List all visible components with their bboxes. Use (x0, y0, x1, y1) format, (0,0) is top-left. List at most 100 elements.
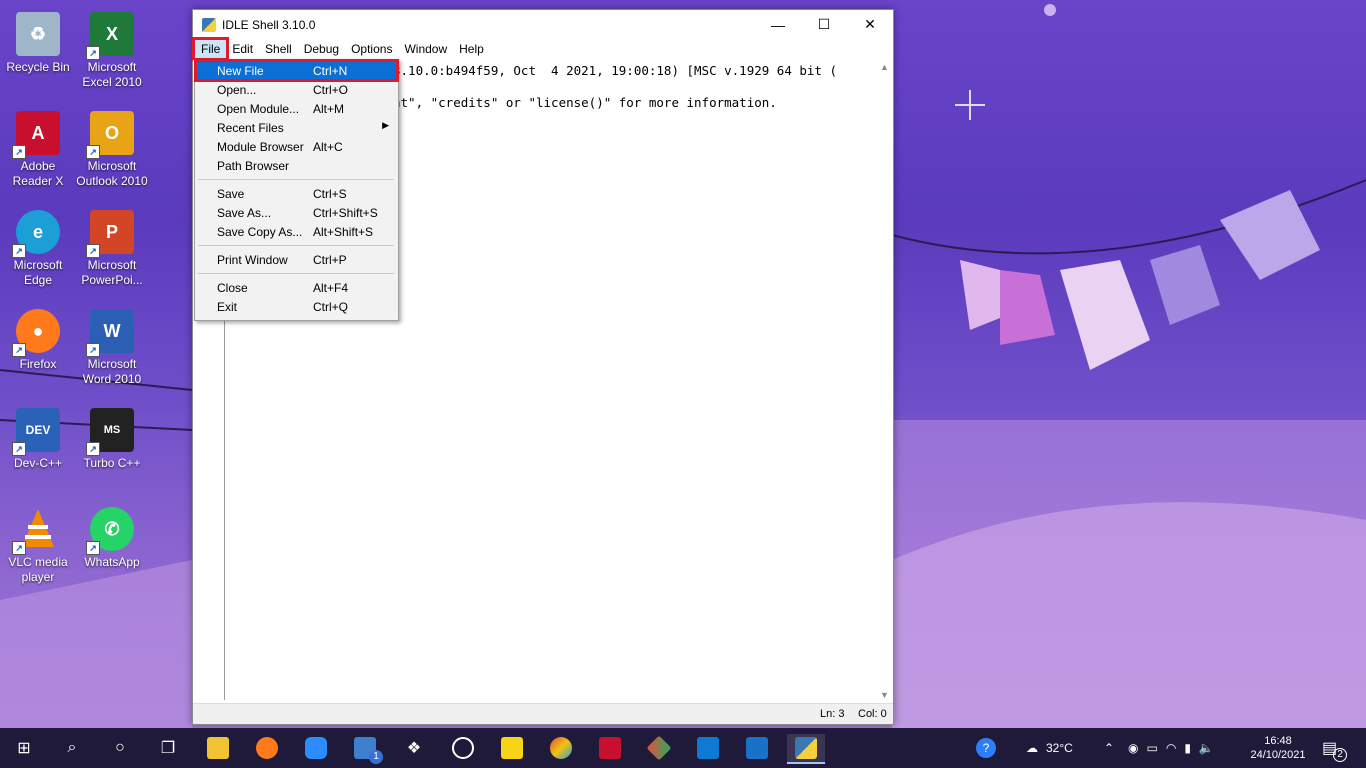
menu-separator (198, 273, 394, 274)
maximize-button[interactable]: ☐ (801, 10, 847, 39)
menu-bar: File Edit Shell Debug Options Window Hel… (191, 37, 893, 61)
menu-window[interactable]: Window (398, 40, 453, 58)
taskbar-zoom[interactable] (302, 734, 330, 762)
title-bar[interactable]: IDLE Shell 3.10.0 — ☐ ✕ (193, 10, 893, 39)
taskbar-firefox[interactable] (253, 734, 281, 762)
menu-item-module-browser[interactable]: Module Browser Alt+C (196, 137, 397, 156)
desktop-icon-recycle-bin[interactable]: ♻ Recycle Bin (0, 6, 76, 75)
taskbar-mail[interactable]: 1 (351, 734, 383, 764)
taskbar-dropbox[interactable]: ❖ (400, 734, 428, 762)
search-icon: ⌕ (67, 739, 77, 756)
media-player-icon (746, 737, 768, 759)
desktop-icon-powerpoint[interactable]: P ↗ Microsoft PowerPoi... (74, 204, 150, 288)
menu-item-open-module[interactable]: Open Module... Alt+M (196, 99, 397, 118)
menu-item-save-copy-as[interactable]: Save Copy As... Alt+Shift+S (196, 222, 397, 241)
menu-item-label: Exit (217, 300, 238, 314)
desktop-icon-vlc[interactable]: ↗ VLC media player (0, 501, 76, 585)
cortana-circle-icon: ○ (115, 739, 125, 756)
webcam-icon[interactable]: ◉ (1128, 741, 1138, 755)
menu-item-shortcut: Ctrl+N (313, 64, 348, 78)
action-center-button[interactable]: ▤ 2 (1322, 728, 1348, 768)
menu-item-close[interactable]: Close Alt+F4 (196, 278, 397, 297)
taskbar-media-player[interactable] (743, 734, 771, 762)
start-button[interactable]: ⊞ (10, 734, 38, 762)
desktop-icon-outlook[interactable]: O ↗ Microsoft Outlook 2010 (74, 105, 150, 189)
scroll-up-icon[interactable]: ▲ (880, 62, 889, 72)
desktop-icon-excel[interactable]: X ↗ Microsoft Excel 2010 (74, 6, 150, 90)
menu-item-new-file[interactable]: New File Ctrl+N (194, 59, 399, 82)
search-button[interactable]: ⌕ (58, 734, 86, 762)
menu-help[interactable]: Help (453, 40, 490, 58)
menu-item-print-window[interactable]: Print Window Ctrl+P (196, 250, 397, 269)
desktop-icon-firefox[interactable]: ● ↗ Firefox (0, 303, 76, 372)
menu-shell[interactable]: Shell (259, 40, 298, 58)
python-idle-icon (202, 17, 216, 32)
desktop-icon-dev-cpp[interactable]: DEV ↗ Dev-C++ (0, 402, 76, 471)
shell-output-line: 3.10.0:b494f59, Oct 4 2021, 19:00:18) [M… (393, 63, 838, 78)
menu-options[interactable]: Options (345, 40, 398, 58)
status-bar: Ln: 3 Col: 0 (193, 703, 893, 724)
taskbar-vscode[interactable] (694, 734, 722, 762)
menu-separator (198, 179, 394, 180)
taskbar-git[interactable] (645, 734, 673, 762)
vscode-icon (697, 737, 719, 759)
desktop-icon-label: VLC media player (8, 555, 68, 584)
desktop-icon-word[interactable]: W ↗ Microsoft Word 2010 (74, 303, 150, 387)
minimize-button[interactable]: — (755, 10, 801, 39)
desktop-icon-label: Recycle Bin (6, 60, 70, 74)
desktop-icon-label: Firefox (19, 357, 57, 371)
weather-cloud-icon: ☁ (1026, 741, 1038, 755)
chevron-up-icon: ⌃ (1104, 741, 1115, 755)
taskbar-paint[interactable] (547, 734, 575, 762)
menu-item-save-as[interactable]: Save As... Ctrl+Shift+S (196, 203, 397, 222)
menu-debug[interactable]: Debug (298, 40, 345, 58)
close-button[interactable]: ✕ (847, 10, 893, 39)
menu-file[interactable]: File (191, 37, 230, 61)
help-icon: ? (976, 738, 996, 758)
menu-item-label: Path Browser (217, 159, 290, 173)
battery-icon[interactable]: ▮ (1184, 741, 1191, 755)
desktop-icon-adobe-reader[interactable]: A ↗ Adobe Reader X (0, 105, 76, 189)
task-view-button[interactable]: ❐ (154, 734, 182, 762)
menu-item-label: New File (217, 64, 264, 78)
desktop-icon-turbo-cpp[interactable]: MS ↗ Turbo C++ (74, 402, 150, 471)
status-col: Col: 0 (858, 708, 887, 720)
git-icon (646, 735, 672, 761)
menu-edit[interactable]: Edit (226, 40, 259, 58)
desktop-icon-whatsapp[interactable]: ✆ ↗ WhatsApp (74, 501, 150, 570)
help-tray-icon[interactable]: ? (976, 728, 996, 768)
cortana-button[interactable]: ○ (106, 734, 134, 762)
weather-widget[interactable]: ☁ 32°C (1026, 728, 1073, 768)
wifi-icon[interactable]: ◠ (1166, 741, 1176, 755)
menu-item-path-browser[interactable]: Path Browser (196, 156, 397, 175)
taskbar-file-explorer[interactable] (204, 734, 232, 762)
desktop-icon-label: Turbo C++ (83, 456, 141, 470)
whatsapp-icon: ✆ ↗ (86, 507, 134, 555)
menu-item-save[interactable]: Save Ctrl+S (196, 184, 397, 203)
volume-icon[interactable]: 🔈 (1199, 741, 1214, 755)
taskbar: ⊞ ⌕ ○ ❐ 1 ❖ ? ☁ 32°C ⌃ ◉ ▭ ◠ ▮ 🔈 16:48 2… (0, 728, 1366, 768)
menu-item-open[interactable]: Open... Ctrl+O (196, 80, 397, 99)
menu-item-recent-files[interactable]: Recent Files ▶ (196, 118, 397, 137)
tray-icons: ◉ ▭ ◠ ▮ 🔈 (1128, 728, 1214, 768)
desktop-icon-edge[interactable]: e ↗ Microsoft Edge (0, 204, 76, 288)
shell-output-line: ht", "credits" or "license()" for more i… (393, 95, 777, 110)
submenu-arrow-icon: ▶ (382, 120, 389, 130)
menu-item-shortcut: Ctrl+S (313, 187, 347, 201)
menu-item-label: Save As... (217, 206, 272, 220)
windows-logo-icon: ⊞ (17, 740, 31, 757)
adobe-reader-icon (599, 737, 621, 759)
clock-time: 16:48 (1264, 735, 1292, 747)
taskbar-idle[interactable] (787, 734, 825, 764)
display-icon[interactable]: ▭ (1146, 741, 1157, 755)
clock[interactable]: 16:48 24/10/2021 (1250, 728, 1305, 768)
vertical-scrollbar[interactable]: ▲ ▼ (876, 60, 893, 704)
mail-badge: 1 (369, 750, 383, 764)
show-hidden-icons[interactable]: ⌃ (1104, 728, 1114, 768)
taskbar-adobe-reader[interactable] (596, 734, 624, 762)
taskbar-sticky-notes[interactable] (498, 734, 526, 762)
taskbar-app[interactable] (449, 734, 477, 762)
menu-item-exit[interactable]: Exit Ctrl+Q (196, 297, 397, 316)
scroll-down-icon[interactable]: ▼ (880, 690, 889, 700)
menu-item-label: Recent Files (217, 121, 284, 135)
